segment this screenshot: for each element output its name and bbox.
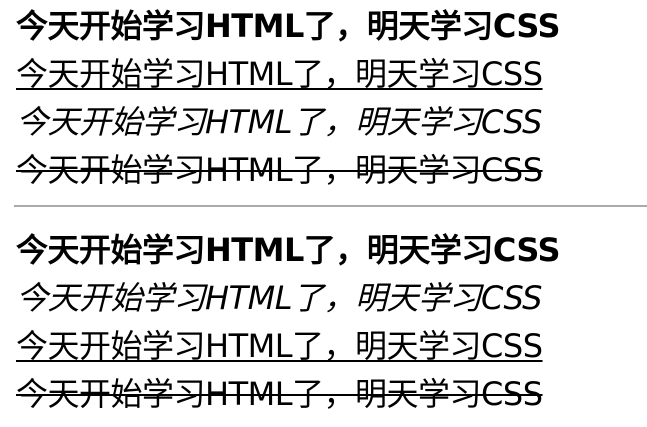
underlined-text-line: 今天开始学习HTML了，明天学习CSS [16,55,543,93]
strikethrough-text-line: 今天开始学习HTML了，明天学习CSS [16,375,543,413]
strikethrough-text-line: 今天开始学习HTML了，明天学习CSS [16,151,543,189]
italic-text-line: 今天开始学习HTML了，明天学习CSS [16,103,542,141]
horizontal-rule [14,205,647,207]
underlined-text-line: 今天开始学习HTML了，明天学习CSS [16,327,543,365]
italic-text-line: 今天开始学习HTML了，明天学习CSS [16,279,542,317]
bold-text-line: 今天开始学习HTML了，明天学习CSS [16,7,561,45]
top-text-group: 今天开始学习HTML了，明天学习CSS 今天开始学习HTML了，明天学习CSS … [16,2,636,194]
bold-text-line: 今天开始学习HTML了，明天学习CSS [16,231,561,269]
bottom-text-group: 今天开始学习HTML了，明天学习CSS 今天开始学习HTML了，明天学习CSS … [16,226,636,418]
